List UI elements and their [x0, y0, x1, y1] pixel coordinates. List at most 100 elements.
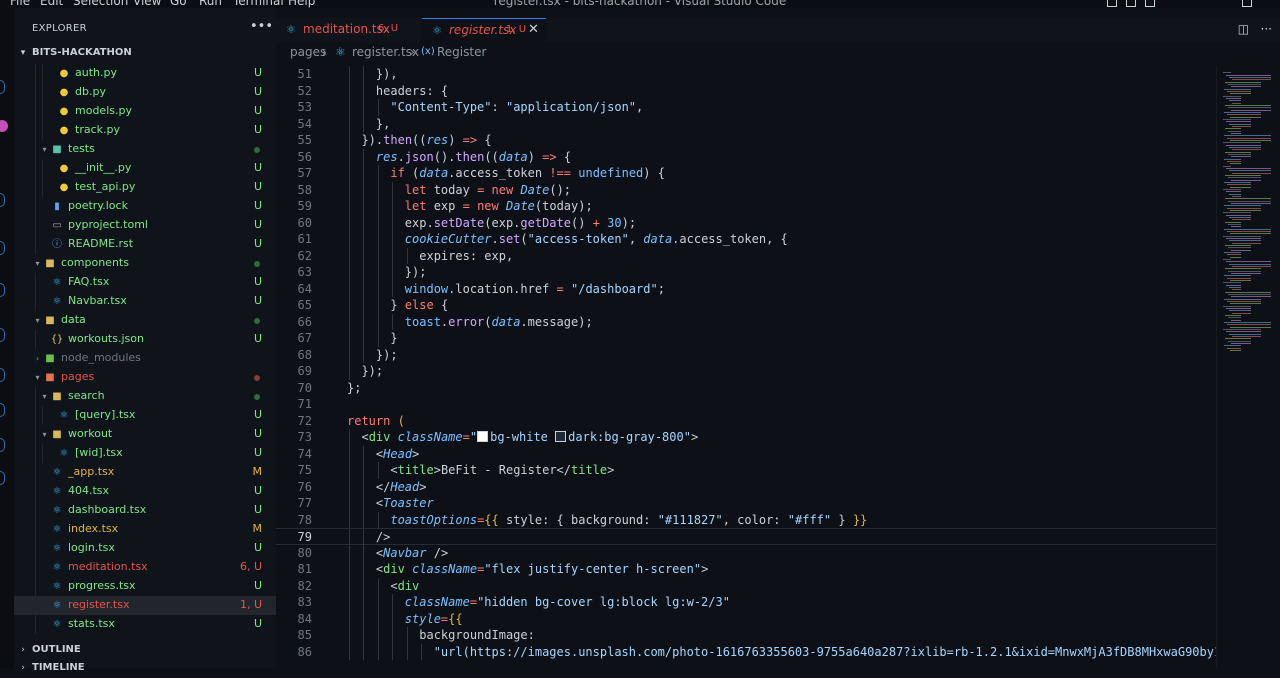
code-line[interactable]: 60 exp.setDate(exp.getDate() + 30); [276, 214, 1216, 231]
activity-icon-testing[interactable] [0, 368, 5, 382]
outline-section[interactable]: › OUTLINE [14, 642, 276, 660]
activity-icon-source-control[interactable] [0, 193, 5, 207]
tree-file-item[interactable]: ● auth.py U [14, 64, 276, 83]
code-editor[interactable]: 51 }), 52 headers: {53 "Content-Type": "a… [276, 66, 1216, 668]
tree-file-item[interactable]: ⚛ Navbar.tsx U [14, 292, 276, 311]
tree-file-item[interactable]: ⚛ [query].tsx U [14, 406, 276, 425]
code-line[interactable]: 63 }); [276, 264, 1216, 281]
tree-file-item[interactable]: ▮ poetry.lock U [14, 197, 276, 216]
tree-file-item[interactable]: ⓘ README.rst U [14, 235, 276, 254]
code-line[interactable]: 77 <Toaster [276, 495, 1216, 512]
code-line[interactable]: 54 }, [276, 115, 1216, 132]
indent-guide [392, 247, 394, 264]
code-line[interactable]: 71 [276, 396, 1216, 413]
color-swatch[interactable] [477, 431, 489, 442]
activity-icon-live-share[interactable] [0, 438, 5, 452]
code-line[interactable]: 75 <title>BeFit - Register</title> [276, 462, 1216, 479]
activity-icon-docker[interactable] [0, 403, 5, 417]
tree-folder-item[interactable]: › ■ node_modules [14, 349, 276, 368]
code-line[interactable]: 57 if (data.access_token !== undefined) … [276, 165, 1216, 182]
code-line[interactable]: 69 }); [276, 363, 1216, 380]
code-line[interactable]: 79 /> [276, 528, 1216, 546]
tree-folder-item[interactable]: ▾ ■ pages [14, 368, 276, 387]
code-line[interactable]: 61 cookieCutter.set("access-token", data… [276, 231, 1216, 248]
tree-file-item[interactable]: ● test_api.py U [14, 178, 276, 197]
tree-file-item[interactable]: ⚛ login.tsx U [14, 539, 276, 558]
tree-file-item[interactable]: ⚛ register.tsx 1, U [14, 596, 276, 615]
tree-file-item[interactable]: ● __init__.py U [14, 159, 276, 178]
tree-file-item[interactable]: ⚛ _app.tsx M [14, 463, 276, 482]
tree-file-item[interactable]: ● track.py U [14, 121, 276, 140]
tree-file-item[interactable]: ⚛ progress.tsx U [14, 577, 276, 596]
breadcrumb-symbol[interactable]: Register [437, 45, 486, 59]
tree-folder-item[interactable]: ▾ ■ data [14, 311, 276, 330]
activity-icon-timeline[interactable] [0, 471, 5, 485]
code-line[interactable]: 62 expires: exp, [276, 247, 1216, 264]
code-line[interactable]: 65 } else { [276, 297, 1216, 314]
minimize-icon[interactable] [1172, 0, 1181, 7]
code-line[interactable]: 78 toastOptions={{ style: { background: … [276, 511, 1216, 528]
code-line[interactable]: 53 "Content-Type": "application/json", [276, 99, 1216, 116]
activity-icon-extensions[interactable] [0, 241, 5, 255]
minimap-line [1231, 156, 1251, 157]
tree-folder-item[interactable]: ▾ ■ workout U [14, 425, 276, 444]
code-line[interactable]: 68 }); [276, 346, 1216, 363]
timeline-section[interactable]: › TIMELINE [14, 660, 276, 678]
tree-file-item[interactable]: ⚛ 404.tsx U [14, 482, 276, 501]
code-line[interactable]: 81 <div className="flex justify-center h… [276, 561, 1216, 578]
code-line[interactable]: 67 } [276, 330, 1216, 347]
close-icon[interactable]: ✕ [528, 22, 539, 37]
indent-guide [349, 445, 350, 462]
code-line[interactable]: 64 window.location.href = "/dashboard"; [276, 280, 1216, 297]
code-line[interactable]: 86 "url(https://images.unsplash.com/phot… [276, 643, 1216, 660]
code-line[interactable]: 73 <div className=" bg-white dark:bg-gray… [276, 429, 1216, 446]
code-line[interactable]: 51 }), [276, 66, 1216, 83]
split-editor-icon[interactable]: ◫ ··· [1238, 22, 1272, 36]
tree-file-item[interactable]: ⚛ FAQ.tsx U [14, 273, 276, 292]
tree-folder-item[interactable]: ▾ ■ tests [14, 140, 276, 159]
breadcrumb-file[interactable]: register.tsx [352, 45, 419, 59]
toggle-secondary-sidebar-icon[interactable] [1145, 0, 1155, 7]
activity-icon-run[interactable] [0, 283, 5, 297]
tree-file-item[interactable]: ⚛ dashboard.tsx U [14, 501, 276, 520]
code-line[interactable]: 56 res.json().then((data) => { [276, 148, 1216, 165]
code-line[interactable]: 72 return ( [276, 413, 1216, 430]
code-line[interactable]: 80 <Navbar /> [276, 544, 1216, 561]
breadcrumb-folder[interactable]: pages [290, 45, 326, 59]
tree-file-item[interactable]: ● db.py U [14, 83, 276, 102]
activity-icon-remote[interactable] [0, 328, 5, 342]
code-line[interactable]: 58 let today = new Date(); [276, 181, 1216, 198]
tree-folder-item[interactable]: ▾ ■ search [14, 387, 276, 406]
code-line[interactable]: 66 toast.error(data.message); [276, 313, 1216, 330]
workspace-root[interactable]: ▾ BITS-HACKATHON [14, 45, 276, 63]
code-line[interactable]: 70}; [276, 380, 1216, 397]
git-status-badge: U [253, 218, 262, 231]
code-line[interactable]: 52 headers: { [276, 82, 1216, 99]
minimap[interactable] [1216, 66, 1280, 668]
restore-icon[interactable] [1242, 0, 1252, 7]
code-line[interactable]: 59 let exp = new Date(today); [276, 198, 1216, 215]
tree-file-item[interactable]: ● models.py U [14, 102, 276, 121]
tree-file-item[interactable]: ⚛ stats.tsx U [14, 615, 276, 634]
toggle-panel-icon[interactable] [1126, 0, 1136, 7]
tree-file-item[interactable]: ⚛ index.tsx M [14, 520, 276, 539]
color-swatch[interactable] [555, 431, 567, 442]
activity-icon-search[interactable] [0, 80, 5, 94]
tree-folder-item[interactable]: ▾ ■ components [14, 254, 276, 273]
code-line[interactable]: 85 backgroundImage: [276, 627, 1216, 644]
tab-register[interactable]: ⚛ register.tsx 1, U ✕ [422, 18, 546, 42]
code-line[interactable]: 82 <div [276, 577, 1216, 594]
code-line[interactable]: 74 <Head> [276, 445, 1216, 462]
ellipsis-icon[interactable]: ••• [250, 19, 273, 34]
tree-file-item[interactable]: ⚛ meditation.tsx 6, U [14, 558, 276, 577]
code-line[interactable]: 55 }).then((res) => { [276, 132, 1216, 149]
tree-file-item[interactable]: ⚛ [wid].tsx U [14, 444, 276, 463]
code-line[interactable]: 84 style={{ [276, 610, 1216, 627]
code-line[interactable]: 76 </Head> [276, 478, 1216, 495]
code-text: }).then((res) => { [347, 132, 492, 149]
toggle-sidebar-icon[interactable] [1107, 0, 1117, 7]
code-line[interactable]: 83 className="hidden bg-cover lg:block l… [276, 594, 1216, 611]
tab-meditation[interactable]: ⚛ meditation.tsx 6, U [276, 18, 421, 42]
tree-file-item[interactable]: ▭ pyproject.toml U [14, 216, 276, 235]
tree-file-item[interactable]: {} workouts.json U [14, 330, 276, 349]
